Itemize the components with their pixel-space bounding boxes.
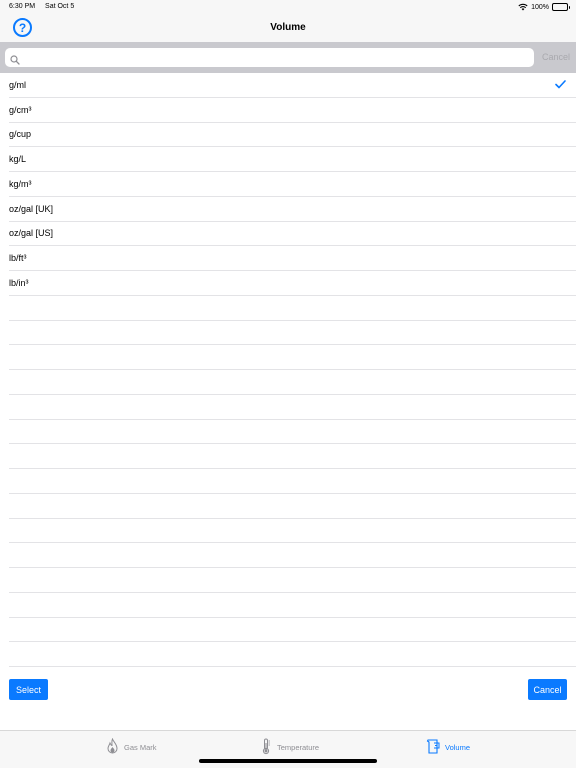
empty-row bbox=[9, 519, 576, 544]
page-title: Volume bbox=[270, 22, 306, 33]
battery-icon bbox=[552, 3, 570, 11]
empty-row bbox=[9, 345, 576, 370]
unit-row[interactable]: g/cm³ bbox=[9, 98, 576, 123]
empty-row bbox=[9, 568, 576, 593]
search-cancel-button[interactable]: Cancel bbox=[542, 52, 570, 62]
unit-row[interactable]: kg/m³ bbox=[9, 172, 576, 197]
unit-row[interactable]: lb/in³ bbox=[9, 271, 576, 296]
empty-row bbox=[9, 543, 576, 568]
tab-label: Gas Mark bbox=[124, 743, 157, 752]
app-screen: 6:30 PM Sat Oct 5 100% ? Volume Cancel g… bbox=[0, 0, 576, 768]
unit-row[interactable]: g/ml bbox=[9, 73, 576, 98]
unit-row[interactable]: lb/ft³ bbox=[9, 246, 576, 271]
empty-row bbox=[9, 618, 576, 643]
empty-row bbox=[9, 494, 576, 519]
unit-label: lb/in³ bbox=[9, 277, 29, 288]
empty-row bbox=[9, 296, 576, 321]
unit-row[interactable]: g/cup bbox=[9, 123, 576, 148]
unit-label: kg/m³ bbox=[9, 178, 32, 189]
flame-icon bbox=[106, 737, 119, 757]
thermometer-icon bbox=[260, 738, 272, 757]
search-field[interactable] bbox=[5, 48, 534, 67]
unit-label: oz/gal [UK] bbox=[9, 203, 54, 214]
select-button[interactable]: Select bbox=[9, 679, 48, 700]
status-left: 6:30 PM Sat Oct 5 bbox=[9, 3, 82, 10]
unit-label: lb/ft³ bbox=[9, 253, 27, 264]
tab-gas-mark[interactable]: Gas Mark bbox=[106, 737, 157, 757]
empty-row bbox=[9, 469, 576, 494]
status-date: Sat Oct 5 bbox=[45, 3, 75, 10]
unit-label: g/cm³ bbox=[9, 104, 32, 115]
status-bar: 6:30 PM Sat Oct 5 100% bbox=[0, 0, 576, 14]
checkmark-icon bbox=[555, 80, 566, 91]
unit-label: kg/L bbox=[9, 154, 27, 165]
empty-row bbox=[9, 395, 576, 420]
battery-percent: 100% bbox=[531, 3, 549, 11]
empty-row bbox=[9, 593, 576, 618]
tab-temperature[interactable]: Temperature bbox=[260, 738, 319, 757]
unit-row[interactable]: kg/L bbox=[9, 147, 576, 172]
search-icon bbox=[10, 52, 20, 70]
wifi-icon bbox=[518, 3, 528, 11]
cancel-button[interactable]: Cancel bbox=[528, 679, 567, 700]
search-bar: Cancel bbox=[0, 42, 576, 73]
empty-row bbox=[9, 370, 576, 395]
unit-row[interactable]: oz/gal [US] bbox=[9, 222, 576, 247]
unit-row[interactable]: oz/gal [UK] bbox=[9, 197, 576, 222]
unit-list: g/ml g/cm³ g/cup kg/L kg/m³ oz/gal [UK] oz/gal… bbox=[0, 73, 576, 667]
unit-label: oz/gal [US] bbox=[9, 228, 54, 239]
navigation-bar: ? Volume bbox=[0, 14, 576, 42]
tab-label: Temperature bbox=[277, 743, 320, 752]
status-right: 100% bbox=[518, 3, 570, 11]
unit-label: g/ml bbox=[9, 79, 27, 90]
empty-row bbox=[9, 420, 576, 445]
measuring-cup-icon bbox=[426, 738, 440, 757]
empty-row bbox=[9, 444, 576, 469]
unit-label: g/cup bbox=[9, 129, 32, 140]
status-time: 6:30 PM bbox=[9, 3, 36, 10]
empty-row bbox=[9, 642, 576, 667]
tab-label: Volume bbox=[445, 743, 471, 752]
empty-row bbox=[9, 321, 576, 346]
home-indicator bbox=[199, 759, 377, 763]
tab-volume[interactable]: Volume bbox=[426, 738, 470, 757]
search-input[interactable] bbox=[25, 48, 525, 67]
